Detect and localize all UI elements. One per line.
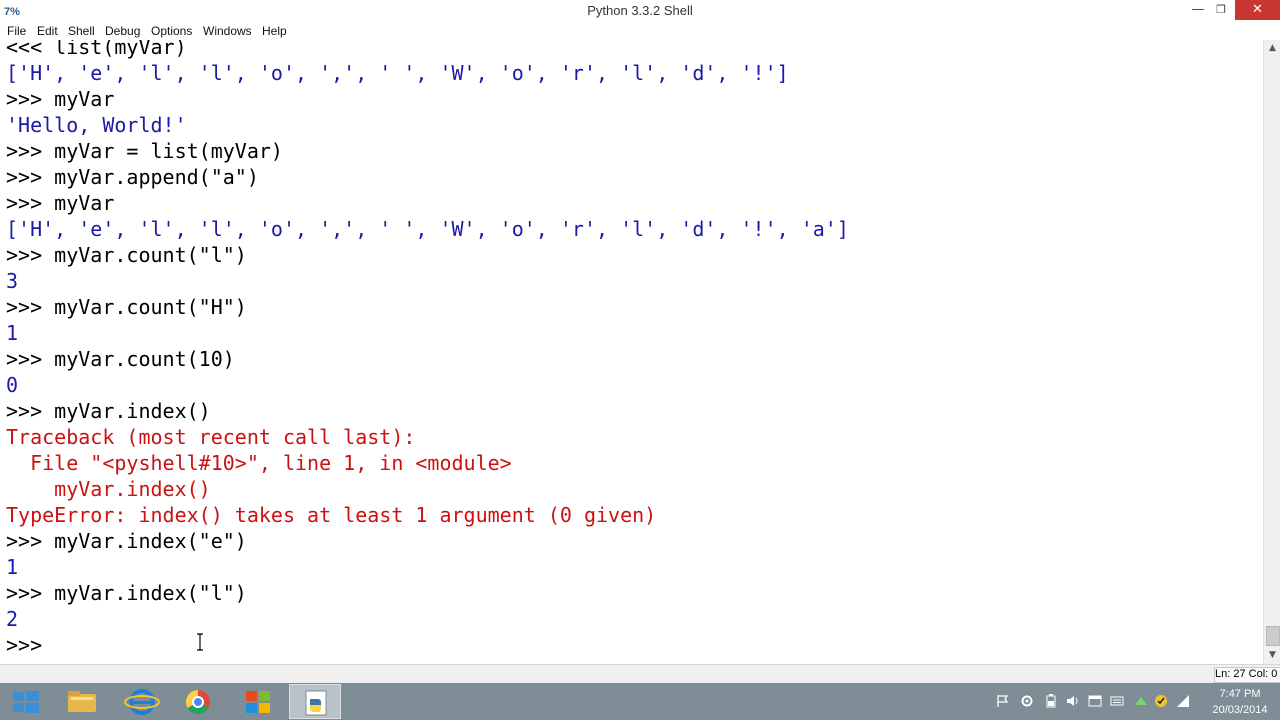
shell-line: 1 <box>6 555 19 579</box>
shell-line: File "<pyshell#10>", line 1, in <module> <box>6 451 512 475</box>
shell-line: Traceback (most recent call last): <box>6 425 416 449</box>
keyboard-icon[interactable] <box>1110 694 1124 708</box>
menu-edit[interactable]: Edit <box>37 24 58 38</box>
file-explorer-icon[interactable] <box>56 684 108 719</box>
shell-line: >>> myVar.count("l") <box>6 243 247 267</box>
shell-line: 2 <box>6 607 19 631</box>
green-app-icon[interactable] <box>1134 694 1148 708</box>
gear-icon[interactable] <box>1020 694 1034 708</box>
window-title: Python 3.3.2 Shell <box>587 3 693 18</box>
shell-line: ['H', 'e', 'l', 'l', 'o', ',', ' ', 'W',… <box>6 217 849 241</box>
office-icon[interactable] <box>232 684 284 719</box>
status-bar: Ln: 27 Col: 0 <box>0 664 1280 683</box>
shell-line: >>> myVar.index() <box>6 399 211 423</box>
vertical-scrollbar[interactable]: ▲ ▼ <box>1263 40 1280 664</box>
close-button[interactable]: ✕ <box>1235 0 1280 20</box>
shell-line: 3 <box>6 269 19 293</box>
norton-icon[interactable] <box>1154 694 1168 708</box>
scroll-thumb[interactable] <box>1266 626 1280 646</box>
menu-bar: File Edit Shell Debug Options Windows He… <box>0 22 1280 40</box>
flag-icon[interactable] <box>996 694 1010 708</box>
menu-file[interactable]: File <box>7 24 26 38</box>
start-button[interactable] <box>0 684 52 719</box>
taskbar-clock[interactable]: 7:47 PM 20/03/2014 <box>1200 686 1280 718</box>
chrome-icon[interactable] <box>172 684 224 719</box>
window-icon[interactable] <box>1088 694 1102 708</box>
clock-time: 7:47 PM <box>1219 688 1261 700</box>
shell-line: ['H', 'e', 'l', 'l', 'o', ',', ' ', 'W',… <box>6 61 789 85</box>
menu-help[interactable]: Help <box>262 24 287 38</box>
scroll-down-arrow-icon[interactable]: ▼ <box>1264 647 1280 664</box>
shell-line: 'Hello, World!' <box>6 113 187 137</box>
cursor-position: Ln: 27 Col: 0 <box>1214 667 1280 683</box>
python-idle-icon[interactable] <box>289 684 341 719</box>
internet-explorer-icon[interactable] <box>116 684 168 719</box>
shell-prompt-line[interactable]: >>> <box>6 632 54 658</box>
shell-line: >>> myVar = list(myVar) <box>6 139 283 163</box>
shell-output-area[interactable]: <<< list(myVar) ['H', 'e', 'l', 'l', 'o'… <box>0 40 1263 664</box>
shell-line: >>> myVar.append("a") <box>6 165 259 189</box>
shell-line: TypeError: index() takes at least 1 argu… <box>6 503 657 527</box>
windows-taskbar: 7:47 PM 20/03/2014 <box>0 683 1280 720</box>
shell-line: 0 <box>6 373 19 397</box>
clock-date: 20/03/2014 <box>1212 704 1268 716</box>
menu-windows[interactable]: Windows <box>203 24 252 38</box>
shell-line: >>> myVar <box>6 87 115 111</box>
shell-line: >>> myVar <box>6 191 115 215</box>
shell-line: >>> myVar.count(10) <box>6 347 235 371</box>
volume-icon[interactable] <box>1066 694 1080 708</box>
restore-button[interactable]: ❐ <box>1208 0 1234 20</box>
shell-line: <<< list(myVar) <box>6 40 187 59</box>
battery-icon[interactable] <box>1044 694 1058 708</box>
menu-options[interactable]: Options <box>151 24 192 38</box>
scroll-up-arrow-icon[interactable]: ▲ <box>1264 40 1280 57</box>
shell-line: 1 <box>6 321 19 345</box>
system-tray <box>990 683 1200 720</box>
text-cursor-icon <box>195 633 205 651</box>
wifi-icon[interactable] <box>1176 694 1190 708</box>
shell-line: >>> myVar.index("e") <box>6 529 247 553</box>
menu-shell[interactable]: Shell <box>68 24 95 38</box>
shell-line: >>> myVar.count("H") <box>6 295 247 319</box>
shell-line: myVar.index() <box>6 477 211 501</box>
shell-line: >>> myVar.index("l") <box>6 581 247 605</box>
menu-debug[interactable]: Debug <box>105 24 140 38</box>
title-bar: 7% Python 3.3.2 Shell — ❐ ✕ <box>0 0 1280 22</box>
